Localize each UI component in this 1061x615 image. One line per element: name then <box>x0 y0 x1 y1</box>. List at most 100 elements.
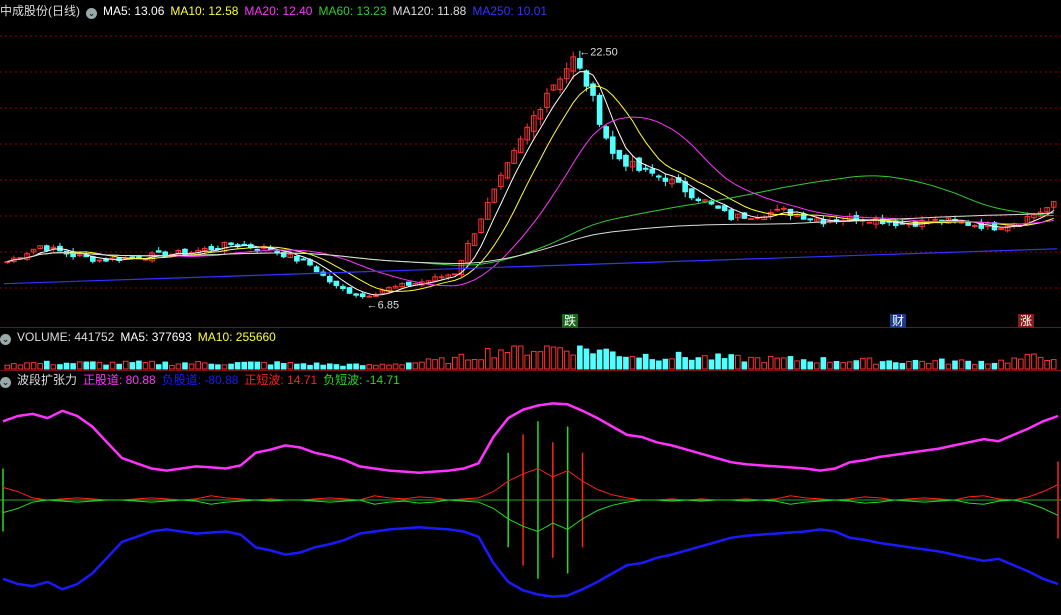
volume-bar <box>563 350 570 370</box>
volume-bar <box>320 364 326 370</box>
ma20-line <box>7 116 1054 287</box>
volume-bar <box>307 364 313 370</box>
candle-body <box>807 218 814 221</box>
volume-bar <box>860 357 866 370</box>
candle-body <box>609 136 616 154</box>
volume-bar <box>794 360 800 370</box>
chevron-down-icon[interactable]: ⌄ <box>86 8 97 19</box>
volume-bar <box>754 357 761 370</box>
candle-body <box>866 221 873 224</box>
volume-bar <box>96 361 103 370</box>
event-marker-fall[interactable]: 跌 <box>562 314 579 328</box>
candle-body <box>366 295 373 298</box>
volume-bar <box>544 345 550 370</box>
candle-body <box>129 256 136 259</box>
volume-bar <box>721 358 728 370</box>
ma10-line <box>7 85 1054 292</box>
candle-body <box>359 293 366 298</box>
volume-bar <box>366 364 373 370</box>
volume-bar <box>945 363 952 370</box>
event-marker-rise[interactable]: 涨 <box>1018 314 1035 328</box>
volume-bar <box>142 361 149 370</box>
candle-body <box>965 222 971 226</box>
volume-bar <box>175 363 182 370</box>
volume-bar <box>50 364 57 370</box>
volume-bar <box>333 364 340 370</box>
volume-bar <box>458 353 465 370</box>
candle-body <box>649 168 656 174</box>
main-chart-header: 中成股份(日线) ⌄ MA5: 13.06 MA10: 12.58 MA20: 12.4… <box>0 3 553 19</box>
volume-bar <box>1024 353 1031 370</box>
volume-bar <box>978 360 985 370</box>
volume-bar <box>570 354 577 370</box>
candle-body <box>333 280 340 287</box>
volume-bar <box>781 357 787 370</box>
event-marker-finance[interactable]: 财 <box>890 314 907 328</box>
candle-body <box>781 207 787 210</box>
candle-body <box>294 255 300 262</box>
volume-bar <box>537 351 544 370</box>
indicator-name: 波段扩张力 <box>17 373 78 387</box>
low-label: ←6.85 <box>367 300 399 312</box>
ma20-value: MA20: 12.40 <box>244 4 313 18</box>
volume-bar <box>735 354 741 370</box>
pos-short-line <box>2 467 1059 501</box>
volume-bar <box>820 357 827 370</box>
candle-body <box>326 275 333 283</box>
volume-bar <box>906 360 912 370</box>
candle-body <box>695 198 702 202</box>
volume-bar <box>511 345 517 370</box>
volume-bar <box>583 348 590 370</box>
volume-bar <box>787 356 794 370</box>
volume-bar <box>971 364 978 370</box>
volume-bar <box>767 355 774 370</box>
volume-bar <box>425 358 432 370</box>
volume-bar <box>1044 359 1050 370</box>
volume-bar <box>596 349 603 370</box>
high-label: ←22.50 <box>579 47 618 59</box>
volume-bar <box>1011 357 1018 370</box>
volume-bar <box>340 365 346 370</box>
volume-bar <box>557 347 563 370</box>
volume-bar <box>662 358 669 370</box>
volume-bar <box>182 362 188 370</box>
candle-body <box>96 259 103 262</box>
volume-bar <box>386 364 392 370</box>
volume-bar <box>43 360 50 370</box>
volume-bar <box>241 361 248 370</box>
volume-bar <box>122 360 129 370</box>
volume-bar <box>919 360 925 370</box>
chart-canvas[interactable]: ←22.50 ←6.85 <box>0 0 1061 615</box>
volume-bar <box>886 360 892 370</box>
volume-bar <box>280 363 287 370</box>
volume-bar <box>603 348 609 370</box>
volume-bar <box>669 358 675 370</box>
volume-bar <box>616 356 623 370</box>
volume-bar <box>109 361 116 370</box>
ma5-line <box>7 71 1054 296</box>
panel-divider <box>0 370 1061 371</box>
volume-bar <box>215 364 221 370</box>
volume-bar <box>452 356 458 370</box>
volume-bar <box>63 362 70 370</box>
volume-bar <box>208 363 215 370</box>
volume-bar <box>379 363 386 370</box>
volume-bar <box>577 345 583 370</box>
candle-body <box>932 218 939 221</box>
volume-bar <box>195 361 201 370</box>
ma250-line <box>3 248 1058 285</box>
volume-bar <box>445 363 452 370</box>
volume-bar <box>827 361 833 370</box>
volume-bar <box>221 364 228 370</box>
chevron-down-icon[interactable]: ⌄ <box>0 334 11 345</box>
volume-bar <box>504 352 511 370</box>
volume-bar <box>688 359 695 370</box>
volume-bar <box>833 361 840 370</box>
volume-bar <box>912 359 919 370</box>
candle-body <box>616 149 623 160</box>
candle-body <box>577 58 583 69</box>
volume-bar <box>83 361 90 370</box>
candle-body <box>300 258 307 261</box>
chevron-down-icon[interactable]: ⌄ <box>0 377 11 388</box>
volume-bar <box>412 362 419 370</box>
